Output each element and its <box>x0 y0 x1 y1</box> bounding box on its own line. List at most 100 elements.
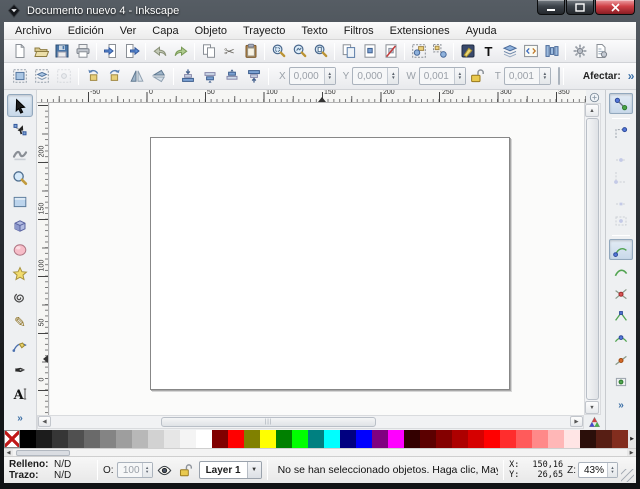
lower-to-bottom-button[interactable] <box>177 65 199 87</box>
lower-button[interactable] <box>199 65 221 87</box>
scroll-left-button[interactable]: ◀ <box>38 416 51 427</box>
zoom-selection-button[interactable] <box>268 41 289 62</box>
titlebar[interactable]: Documento nuevo 4 - Inkscape <box>0 0 640 22</box>
text-tool-button[interactable]: A <box>7 382 33 405</box>
snap-nodes-button[interactable] <box>609 239 633 260</box>
import-image-button[interactable] <box>100 41 121 62</box>
paste-button[interactable] <box>240 41 261 62</box>
swatch-24[interactable] <box>388 430 404 448</box>
maximize-button[interactable] <box>566 0 594 15</box>
duplicate-button[interactable] <box>338 41 359 62</box>
swatch-12[interactable] <box>196 430 212 448</box>
pen-tool-button[interactable] <box>7 334 33 357</box>
spinner[interactable]: ▲▼ <box>454 68 465 84</box>
lock-ratio-button[interactable] <box>468 67 486 85</box>
pencil-tool-button[interactable]: ✎ <box>7 310 33 333</box>
horizontal-scrollbar[interactable]: ◀ ||| ▶ <box>37 415 584 429</box>
swatch-38[interactable] <box>612 430 628 448</box>
w-field[interactable]: 0,001▲▼ <box>419 67 466 85</box>
layers-dialog-button[interactable] <box>499 41 520 62</box>
zoom-field[interactable]: 43% ▲▼ <box>578 462 618 478</box>
swatch-26[interactable] <box>420 430 436 448</box>
swatch-37[interactable] <box>596 430 612 448</box>
color-management-icon[interactable] <box>586 415 602 429</box>
menu-item-objeto[interactable]: Objeto <box>187 24 235 38</box>
swatch-5[interactable] <box>84 430 100 448</box>
document-properties-button[interactable] <box>590 41 611 62</box>
swatch-23[interactable] <box>372 430 388 448</box>
fill-stroke-dialog-button[interactable] <box>457 41 478 62</box>
swatch-32[interactable] <box>516 430 532 448</box>
open-document-button[interactable] <box>30 41 51 62</box>
menu-item-trayecto[interactable]: Trayecto <box>235 24 293 38</box>
fill-value[interactable]: N/D <box>54 459 71 470</box>
node-tool-button[interactable] <box>7 118 33 141</box>
swatch-9[interactable] <box>148 430 164 448</box>
spinner[interactable]: ▲▼ <box>539 68 550 84</box>
horizontal-scroll-thumb[interactable]: ||| <box>161 417 376 427</box>
snap-bbox-edge-midpoints-button[interactable] <box>609 188 633 209</box>
menu-item-ayuda[interactable]: Ayuda <box>458 24 505 38</box>
zoom-spinner[interactable]: ▲▼ <box>607 463 617 477</box>
palette-scrollbar[interactable]: ◀ ▶ <box>4 448 636 456</box>
scroll-right-button[interactable]: ▶ <box>570 416 583 427</box>
spiral-tool-button[interactable] <box>7 286 33 309</box>
snap-bbox-corners-button[interactable] <box>609 166 633 187</box>
rotate-cw-button[interactable] <box>104 65 126 87</box>
new-document-button[interactable] <box>9 41 30 62</box>
ellipse-tool-button[interactable] <box>7 238 33 261</box>
undo-button[interactable] <box>149 41 170 62</box>
layer-dropdown-icon[interactable]: ▼ <box>247 462 261 478</box>
zoom-drawing-button[interactable] <box>289 41 310 62</box>
swatch-18[interactable] <box>292 430 308 448</box>
menu-item-archivo[interactable]: Archivo <box>7 24 60 38</box>
snap-bbox-button[interactable] <box>609 122 633 143</box>
options-overflow-button[interactable]: » <box>628 69 635 83</box>
swatch-6[interactable] <box>100 430 116 448</box>
inkscape-preferences-button[interactable] <box>569 41 590 62</box>
align-distribute-button[interactable] <box>541 41 562 62</box>
star-tool-button[interactable] <box>7 262 33 285</box>
box-3d-tool-button[interactable] <box>7 214 33 237</box>
swatch-31[interactable] <box>500 430 516 448</box>
raise-button[interactable] <box>221 65 243 87</box>
swatch-3[interactable] <box>52 430 68 448</box>
layer-lock-button[interactable] <box>177 461 195 479</box>
canvas[interactable] <box>50 103 584 415</box>
snapbar-overflow-button[interactable]: » <box>618 400 624 411</box>
flip-vertical-button[interactable] <box>148 65 170 87</box>
page[interactable] <box>150 137 510 390</box>
swatch-21[interactable] <box>340 430 356 448</box>
rotate-ccw-button[interactable] <box>82 65 104 87</box>
swatch-25[interactable] <box>404 430 420 448</box>
swatch-14[interactable] <box>228 430 244 448</box>
tweak-tool-button[interactable] <box>7 142 33 165</box>
export-bitmap-button[interactable] <box>121 41 142 62</box>
horizontal-ruler[interactable]: -50050100150200250300350 <box>37 90 586 103</box>
menu-item-filtros[interactable]: Filtros <box>336 24 382 38</box>
raise-to-top-button[interactable] <box>243 65 265 87</box>
spinner[interactable]: ▲▼ <box>324 68 335 84</box>
unlink-clone-button[interactable] <box>380 41 401 62</box>
xml-editor-button[interactable] <box>520 41 541 62</box>
create-clone-button[interactable] <box>359 41 380 62</box>
vertical-ruler[interactable]: 200150100500 <box>37 103 49 415</box>
swatch-15[interactable] <box>244 430 260 448</box>
snap-path-intersections-button[interactable] <box>609 283 633 304</box>
resize-grip[interactable] <box>621 469 634 482</box>
t-field[interactable]: 0,001▲▼ <box>504 67 551 85</box>
swatch-11[interactable] <box>180 430 196 448</box>
swatch-13[interactable] <box>212 430 228 448</box>
swatch-22[interactable] <box>356 430 372 448</box>
group-button[interactable] <box>408 41 429 62</box>
swatch-2[interactable] <box>36 430 52 448</box>
snap-cusp-nodes-button[interactable] <box>609 305 633 326</box>
swatch-4[interactable] <box>68 430 84 448</box>
close-button[interactable] <box>595 0 635 15</box>
swatch-none[interactable] <box>4 430 20 448</box>
save-document-button[interactable] <box>51 41 72 62</box>
menu-item-ver[interactable]: Ver <box>112 24 145 38</box>
print-document-button[interactable] <box>72 41 93 62</box>
text-dialog-button[interactable]: T <box>478 41 499 62</box>
snap-bbox-edges-button[interactable] <box>609 144 633 165</box>
